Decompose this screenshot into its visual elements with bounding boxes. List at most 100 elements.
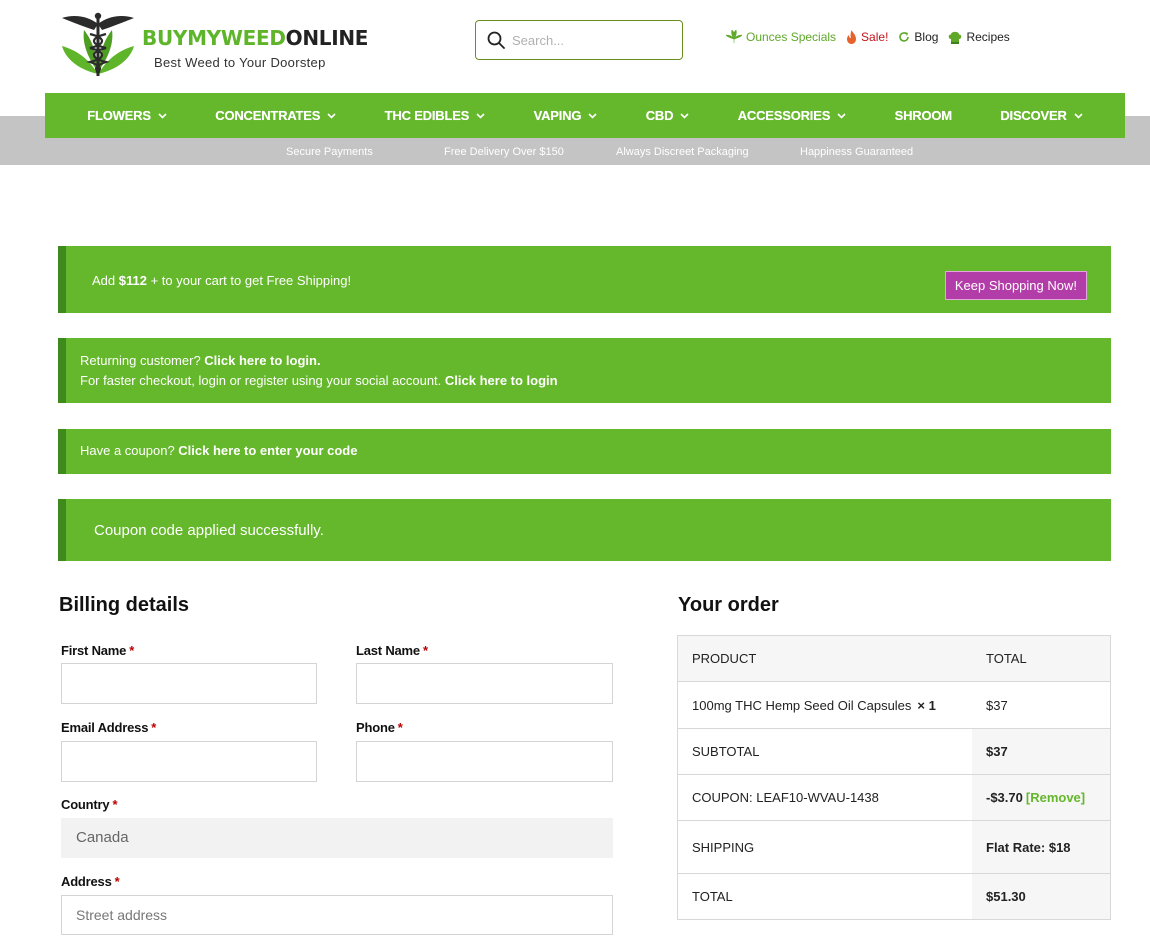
order-item-cell: 100mg THC Hemp Seed Oil Capsules × 1 bbox=[678, 682, 972, 728]
coupon-row: COUPON: LEAF10-WVAU-1438 -$3.70 [Remove] bbox=[678, 775, 1110, 821]
nav-label: ACCESSORIES bbox=[737, 108, 831, 123]
nav-label: THC EDIBLES bbox=[384, 108, 470, 123]
order-item-qty: × 1 bbox=[917, 697, 936, 713]
last-name-label-text: Last Name bbox=[356, 643, 420, 658]
coupon-notice: Have a coupon? Click here to enter your … bbox=[58, 429, 1111, 474]
recipes-label: Recipes bbox=[966, 30, 1010, 44]
top-links: Ounces Specials Sale! Blog Recipes bbox=[726, 30, 1010, 44]
nav-thc-edibles[interactable]: THC EDIBLES bbox=[385, 108, 485, 123]
order-item-row: 100mg THC Hemp Seed Oil Capsules × 1 $37 bbox=[678, 682, 1110, 729]
search-icon bbox=[487, 31, 505, 49]
keep-shopping-button[interactable]: Keep Shopping Now! bbox=[944, 271, 1087, 300]
email-field[interactable] bbox=[61, 741, 317, 782]
required-mark: * bbox=[129, 643, 135, 658]
chevron-down-icon bbox=[476, 112, 485, 119]
free-shipping-suffix: + to your cart to get Free Shipping! bbox=[146, 273, 352, 288]
nav-cbd[interactable]: CBD bbox=[646, 108, 690, 123]
coupon-discount: -$3.70 bbox=[986, 790, 1023, 805]
first-name-label-text: First Name bbox=[61, 643, 127, 658]
phone-label-text: Phone bbox=[356, 720, 395, 735]
total-column-header: Total bbox=[986, 651, 1027, 666]
nav-label: CONCENTRATES bbox=[215, 108, 321, 123]
nav-concentrates[interactable]: CONCENTRATES bbox=[215, 108, 336, 123]
required-mark: * bbox=[112, 797, 118, 812]
order-header-row: Product Total bbox=[678, 636, 1110, 682]
coupon-value-cell: -$3.70 [Remove] bbox=[972, 775, 1110, 820]
address-label-text: Address bbox=[61, 874, 112, 889]
address-label: Address * bbox=[61, 874, 120, 889]
chevron-down-icon bbox=[158, 112, 167, 119]
phone-label: Phone * bbox=[356, 720, 403, 735]
required-mark: * bbox=[114, 874, 120, 889]
site-logo[interactable]: BUYMYWEEDONLINE Best Weed to Your Doorst… bbox=[60, 10, 368, 78]
chef-hat-icon bbox=[949, 31, 962, 44]
last-name-label: Last Name * bbox=[356, 643, 428, 658]
order-item-total: $37 bbox=[986, 697, 1008, 713]
trust-item-free-delivery: Free Delivery Over $150 bbox=[444, 146, 564, 158]
enter-coupon-link[interactable]: Click here to enter your code bbox=[178, 443, 357, 458]
site-header: BUYMYWEEDONLINE Best Weed to Your Doorst… bbox=[0, 0, 1150, 92]
leaf-icon bbox=[726, 30, 742, 43]
nav-discover[interactable]: DISCOVER bbox=[1000, 108, 1083, 123]
nav-label: SHROOM bbox=[894, 108, 953, 123]
login-notice: Returning customer? Click here to login.… bbox=[58, 338, 1111, 403]
ounces-specials-link[interactable]: Ounces Specials bbox=[726, 30, 836, 44]
brand-tagline: Best Weed to Your Doorstep bbox=[154, 55, 326, 70]
search-input[interactable] bbox=[512, 29, 672, 51]
shipping-label: SHIPPING bbox=[692, 839, 755, 855]
brand-name: BUYMYWEEDONLINE bbox=[142, 26, 368, 50]
phone-field[interactable] bbox=[356, 741, 613, 782]
order-title: Your order bbox=[678, 594, 779, 616]
sale-label: Sale! bbox=[861, 30, 889, 44]
returning-customer-text: Returning customer? bbox=[80, 353, 205, 368]
chevron-down-icon bbox=[1074, 112, 1083, 119]
nav-accessories[interactable]: ACCESSORIES bbox=[738, 108, 846, 123]
recipes-link[interactable]: Recipes bbox=[948, 30, 1010, 44]
returning-login-link[interactable]: Click here to login. bbox=[204, 353, 320, 368]
total-label: TOTAL bbox=[692, 889, 733, 904]
required-mark: * bbox=[151, 720, 157, 735]
nav-flowers[interactable]: FLOWERS bbox=[87, 108, 167, 123]
blog-label: Blog bbox=[914, 30, 939, 44]
country-select[interactable]: Canada bbox=[61, 818, 613, 858]
nav-label: VAPING bbox=[533, 108, 582, 123]
remove-coupon-link[interactable]: [Remove] bbox=[1026, 790, 1085, 805]
product-column-header: Product bbox=[692, 651, 757, 666]
caduceus-leaf-logo-icon bbox=[62, 12, 134, 76]
email-label: Email Address * bbox=[61, 720, 156, 735]
trust-bar: Secure Payments Free Delivery Over $150 … bbox=[0, 142, 1150, 162]
subtotal-label: SUBTOTAL bbox=[692, 744, 760, 759]
nav-label: CBD bbox=[645, 108, 674, 123]
trust-item-secure-payments: Secure Payments bbox=[286, 146, 373, 158]
free-shipping-amount: $112 bbox=[118, 273, 147, 288]
shipping-row: SHIPPING Flat Rate: $18 bbox=[678, 821, 1110, 874]
first-name-field[interactable] bbox=[61, 663, 317, 704]
social-login-line: For faster checkout, login or register u… bbox=[80, 373, 558, 388]
required-mark: * bbox=[422, 643, 428, 658]
blog-link[interactable]: Blog bbox=[898, 30, 938, 44]
ounces-specials-label: Ounces Specials bbox=[746, 30, 837, 44]
required-mark: * bbox=[397, 720, 403, 735]
street-address-field[interactable] bbox=[61, 895, 613, 935]
nav-label: DISCOVER bbox=[1000, 108, 1067, 123]
free-shipping-notice: Add $112 + to your cart to get Free Ship… bbox=[58, 246, 1111, 313]
free-shipping-text: Add $112 + to your cart to get Free Ship… bbox=[92, 273, 351, 288]
chevron-down-icon bbox=[588, 112, 597, 119]
social-login-link[interactable]: Click here to login bbox=[445, 373, 558, 388]
coupon-line: Have a coupon? Click here to enter your … bbox=[80, 443, 357, 458]
brand-name-part2: ONLINE bbox=[285, 26, 369, 50]
nav-shroom[interactable]: SHROOM bbox=[894, 108, 953, 123]
last-name-field[interactable] bbox=[356, 663, 613, 704]
coupon-text: Have a coupon? bbox=[80, 443, 179, 458]
free-shipping-prefix: Add bbox=[92, 273, 119, 288]
nav-vaping[interactable]: VAPING bbox=[534, 108, 598, 123]
trust-item-happiness: Happiness Guaranteed bbox=[800, 146, 914, 158]
billing-title: Billing details bbox=[59, 594, 190, 616]
trust-item-discreet-packaging: Always Discreet Packaging bbox=[616, 146, 749, 158]
sale-link[interactable]: Sale! bbox=[846, 30, 888, 44]
search-box[interactable] bbox=[475, 20, 683, 60]
country-label-text: Country bbox=[61, 797, 110, 812]
coupon-success-notice: Coupon code applied successfully. bbox=[58, 499, 1111, 561]
returning-customer-line: Returning customer? Click here to login. bbox=[80, 353, 321, 368]
first-name-label: First Name * bbox=[61, 643, 134, 658]
